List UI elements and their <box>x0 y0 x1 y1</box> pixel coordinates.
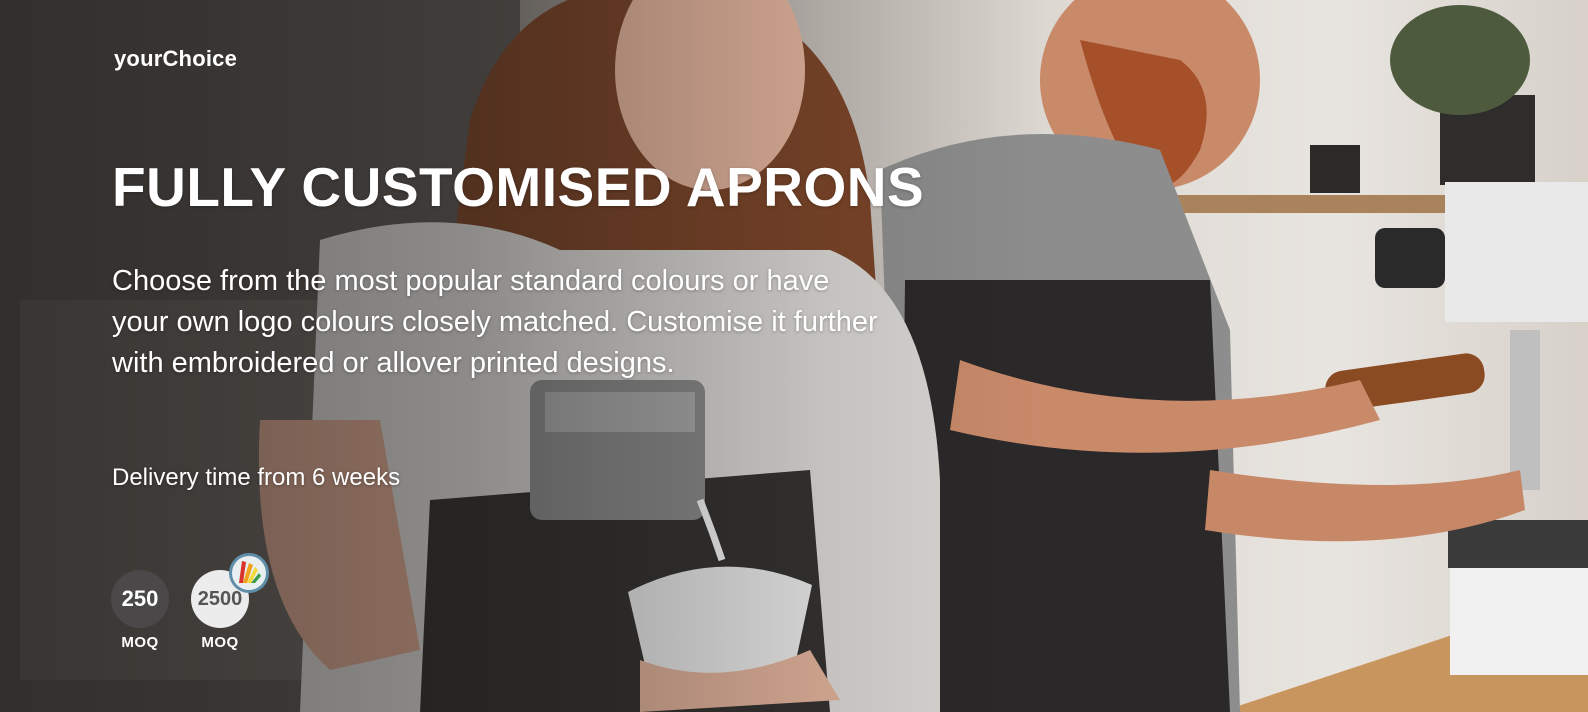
delivery-time: Delivery time from 6 weeks <box>112 464 401 491</box>
moq-value: 250 <box>111 570 169 628</box>
moq-label: MOQ <box>121 634 159 651</box>
hero-banner: yourChoice FULLY CUSTOMISED APRONS Choos… <box>0 0 1588 712</box>
brand-logo[interactable]: yourChoice <box>114 46 237 72</box>
page-title: FULLY CUSTOMISED APRONS <box>112 156 925 218</box>
colour-swatch-icon <box>229 553 269 593</box>
moq-badge-250: 250 MOQ <box>109 570 171 651</box>
description-text: Choose from the most popular standard co… <box>112 265 878 379</box>
moq-label: MOQ <box>201 634 239 651</box>
